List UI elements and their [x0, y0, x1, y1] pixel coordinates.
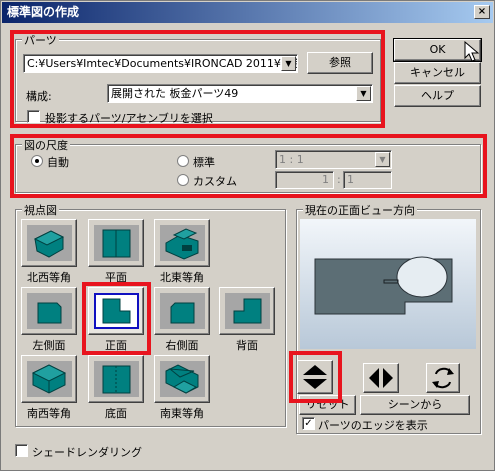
flip-button-highlight-box: [289, 351, 342, 403]
southwest-iso-icon: [31, 364, 67, 394]
flip-horizontal-button[interactable]: [363, 363, 399, 393]
view-button-left[interactable]: [21, 287, 77, 335]
back-view-icon: [233, 298, 262, 324]
close-button[interactable]: ×: [474, 5, 490, 19]
view-button-right[interactable]: [154, 287, 210, 335]
view-button-northwest-iso[interactable]: [21, 219, 77, 267]
view-label-northwest-iso: 北西等角: [27, 271, 71, 284]
rotate-arrows-icon: [432, 367, 454, 389]
scale-highlight-box: [10, 134, 487, 198]
view-button-southwest-iso[interactable]: [21, 355, 77, 403]
shaded-rendering-checkbox[interactable]: [15, 444, 28, 457]
part-preview-icon: [314, 256, 453, 315]
view-button-top[interactable]: [88, 219, 144, 267]
front-view-highlight-box: [82, 282, 151, 355]
view-label-right: 右側面: [165, 339, 199, 352]
view-button-bottom[interactable]: [88, 355, 144, 403]
shaded-rendering-label: シェードレンダリング: [32, 446, 142, 459]
title-bar: 標準図の作成 ×: [2, 2, 493, 23]
left-right-arrows-icon: [369, 368, 393, 388]
dialog-window: 標準図の作成 × パーツ C:¥Users¥Imtec¥Documents¥IR…: [0, 0, 495, 471]
view-label-left: 左側面: [32, 339, 66, 352]
current-view-legend: 現在の正面ビュー方向: [303, 202, 417, 218]
rotate-button[interactable]: [426, 363, 460, 393]
view-preview-panel: [300, 219, 476, 349]
southeast-iso-icon: [165, 364, 199, 394]
cancel-button[interactable]: キャンセル: [394, 62, 481, 84]
left-view-icon: [37, 302, 62, 324]
view-button-southeast-iso[interactable]: [154, 355, 210, 403]
northwest-iso-icon: [33, 230, 65, 258]
mouse-cursor-icon: [464, 41, 480, 62]
view-label-northeast-iso: 北東等角: [160, 271, 204, 284]
view-label-southwest-iso: 南西等角: [27, 407, 71, 420]
view-button-northeast-iso[interactable]: [154, 219, 210, 267]
show-edges-checkbox[interactable]: ✓: [302, 417, 315, 430]
window-title: 標準図の作成: [7, 5, 80, 19]
northeast-iso-icon: [165, 228, 199, 260]
view-label-southeast-iso: 南東等角: [160, 407, 204, 420]
right-view-icon: [170, 302, 195, 324]
show-edges-label: パーツのエッジを表示: [318, 419, 428, 432]
from-scene-button[interactable]: シーンから: [360, 395, 470, 415]
help-button[interactable]: ヘルプ: [394, 85, 481, 107]
top-view-icon: [102, 229, 131, 258]
view-label-back: 背面: [236, 339, 258, 352]
view-button-back[interactable]: [219, 287, 275, 335]
view-label-bottom: 底面: [105, 407, 127, 420]
parts-highlight-box: [10, 30, 385, 128]
views-legend: 視点図: [22, 202, 59, 218]
bottom-view-icon: [102, 365, 131, 394]
